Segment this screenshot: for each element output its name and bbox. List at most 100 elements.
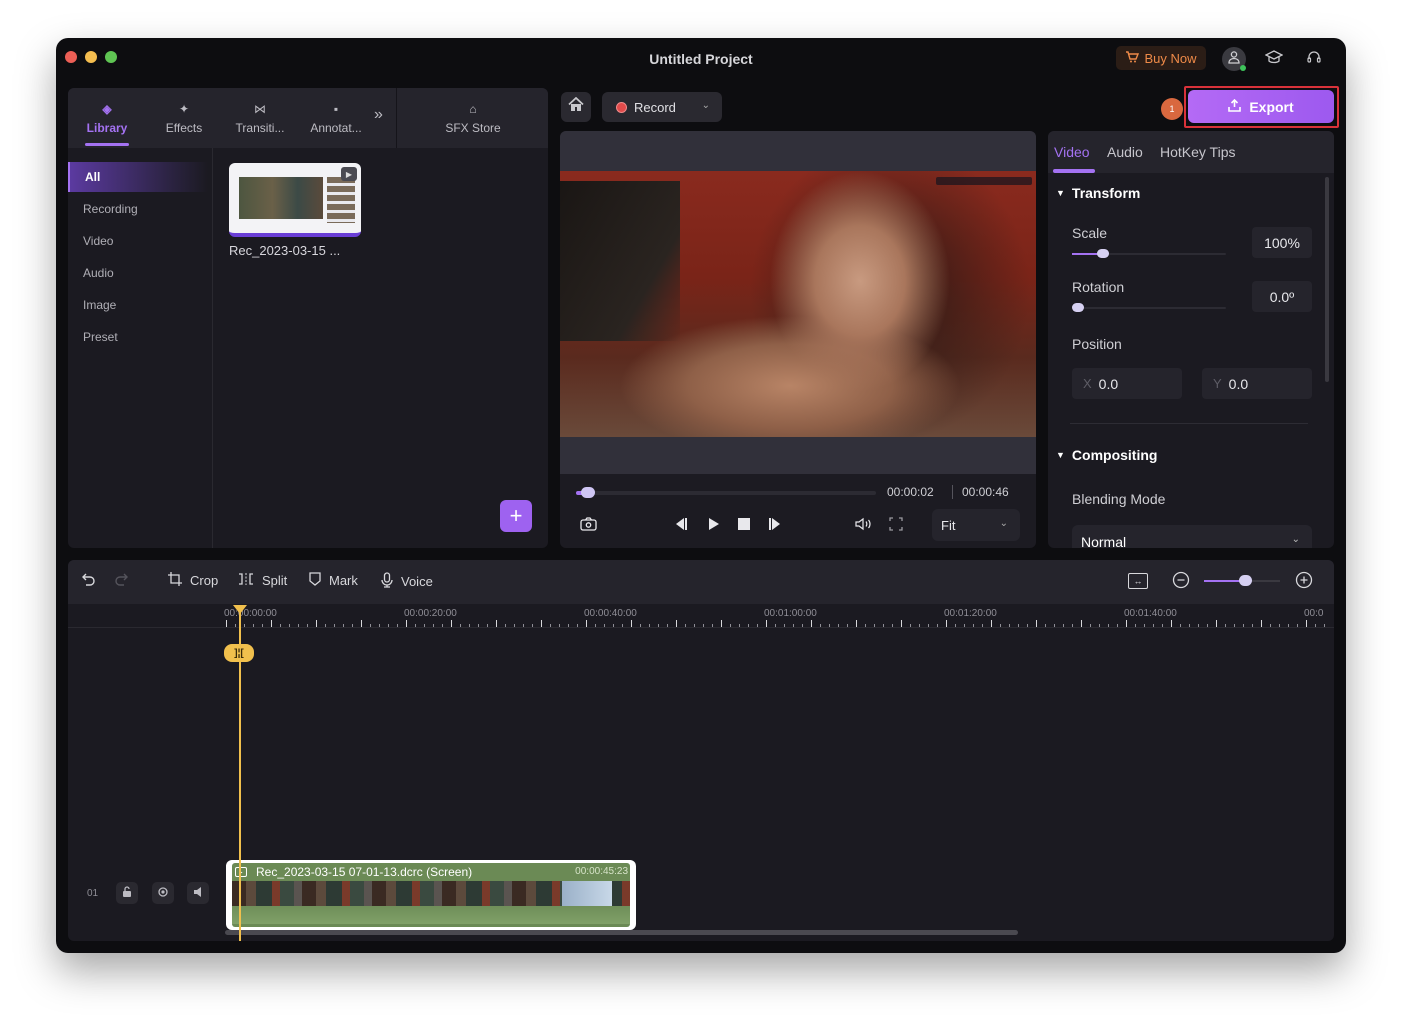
play-button[interactable]: [703, 514, 725, 536]
tab-library[interactable]: ◈ Library: [68, 88, 146, 148]
chevron-down-icon[interactable]: ⌄: [702, 100, 710, 111]
scale-value-input[interactable]: 100%: [1252, 227, 1312, 258]
slider-handle[interactable]: [1239, 575, 1253, 586]
tab-hotkey-tips[interactable]: HotKey Tips: [1160, 144, 1235, 160]
support-button[interactable]: [1302, 47, 1326, 71]
scale-slider[interactable]: [1072, 249, 1226, 258]
track-mute-button[interactable]: [187, 882, 209, 904]
ruler-tick: [937, 624, 938, 627]
ruler-tick: [694, 624, 695, 627]
properties-scrollbar[interactable]: [1325, 177, 1329, 382]
fit-select-value: Fit: [941, 517, 956, 533]
stop-button[interactable]: [733, 514, 755, 536]
total-time: 00:00:46: [962, 485, 1009, 499]
tab-sfx-store[interactable]: ⌂ SFX Store: [398, 88, 548, 148]
rotation-slider[interactable]: [1072, 303, 1226, 312]
redo-button[interactable]: [114, 572, 128, 589]
volume-button[interactable]: [853, 514, 875, 536]
ruler-tick: [1099, 624, 1100, 627]
track-visibility-button[interactable]: [152, 882, 174, 904]
playhead-handle[interactable]: [233, 605, 247, 614]
fit-timeline-button[interactable]: ↔: [1128, 573, 1148, 589]
track-lock-button[interactable]: [116, 882, 138, 904]
ruler-tick: [1207, 624, 1208, 627]
compositing-section-header[interactable]: ▼ Compositing: [1056, 447, 1157, 463]
ruler-tick: [343, 624, 344, 627]
crop-label: Crop: [190, 573, 219, 588]
zoom-fit-select[interactable]: Fit ⌄: [932, 509, 1020, 541]
ruler-tick: [253, 624, 254, 627]
category-audio[interactable]: Audio: [68, 258, 208, 288]
position-x-input[interactable]: X 0.0: [1072, 368, 1182, 399]
slider-handle[interactable]: [1072, 303, 1084, 312]
timeline-ruler[interactable]: 00:00:00:00 00:00:20:00 00:00:40:00 00:0…: [68, 604, 1334, 628]
snapshot-button[interactable]: [577, 514, 599, 536]
ruler-tick: [1036, 620, 1037, 627]
ruler-tick: [442, 624, 443, 627]
category-preset[interactable]: Preset: [68, 322, 208, 352]
video-preview[interactable]: [560, 131, 1036, 474]
cart-icon: [1125, 50, 1140, 66]
home-button[interactable]: [561, 92, 591, 122]
timeline-horizontal-scrollbar[interactable]: [225, 930, 1018, 935]
category-recording[interactable]: Recording: [68, 194, 208, 224]
properties-tabs: Video Audio HotKey Tips: [1048, 131, 1334, 173]
category-video[interactable]: Video: [68, 226, 208, 256]
ruler-tick: [505, 624, 506, 627]
section-title: Transform: [1071, 185, 1141, 201]
slider-handle[interactable]: [1096, 249, 1109, 258]
position-label: Position: [1072, 336, 1122, 352]
ruler-tick: [1252, 624, 1253, 627]
annotation-icon: ▪: [333, 101, 339, 116]
next-frame-button[interactable]: [764, 514, 786, 536]
transform-section-header[interactable]: ▼ Transform: [1056, 185, 1140, 201]
zoom-out-button[interactable]: [1170, 570, 1192, 592]
tab-transitions[interactable]: ⋈ Transiti...: [222, 88, 298, 148]
playback-seek-bar[interactable]: [576, 487, 876, 498]
redo-icon: [114, 572, 128, 589]
fullscreen-button[interactable]: [885, 514, 907, 536]
ruler-tick: [739, 624, 740, 627]
transition-icon: ⋈: [254, 101, 266, 116]
timeline-zoom-slider[interactable]: [1204, 575, 1280, 586]
zoom-in-button[interactable]: [1293, 570, 1315, 592]
play-icon: [708, 517, 720, 534]
ruler-tick: [559, 624, 560, 627]
previous-frame-button[interactable]: [670, 514, 692, 536]
crop-button[interactable]: Crop: [168, 572, 218, 589]
mark-button[interactable]: Mark: [309, 572, 358, 589]
media-item[interactable]: ▶ Rec_2023-03-15 ...: [229, 163, 361, 258]
ruler-label: 00:00:40:00: [584, 608, 637, 619]
add-media-button[interactable]: +: [500, 500, 532, 532]
split-button[interactable]: Split: [238, 572, 287, 588]
playhead-split-button[interactable]: ]¦[: [224, 644, 254, 662]
seek-handle[interactable]: [581, 487, 595, 498]
tab-effects[interactable]: ✦ Effects: [146, 88, 222, 148]
tab-annotations[interactable]: ▪ Annotat...: [298, 88, 374, 148]
tutorials-button[interactable]: [1262, 47, 1286, 71]
position-y-input[interactable]: Y 0.0: [1202, 368, 1312, 399]
split-icon: ]¦[: [234, 647, 244, 659]
tab-video[interactable]: Video: [1054, 144, 1090, 160]
account-button[interactable]: [1222, 47, 1246, 71]
app-window: Untitled Project Buy Now ◈ Library ✦ Eff…: [56, 38, 1346, 953]
category-image[interactable]: Image: [68, 290, 208, 320]
category-all[interactable]: All: [68, 162, 208, 192]
record-button[interactable]: Record ⌄: [602, 92, 722, 122]
ruler-tick: [487, 624, 488, 627]
ruler-tick: [1108, 624, 1109, 627]
export-button[interactable]: Export: [1188, 90, 1334, 123]
rotation-label: Rotation: [1072, 279, 1125, 295]
timeline-clip[interactable]: ▸ Rec_2023-03-15 07-01-13.dcrc (Screen) …: [226, 860, 636, 930]
voice-button[interactable]: Voice: [381, 572, 433, 591]
store-icon: ⌂: [469, 101, 477, 116]
clip-title: Rec_2023-03-15 07-01-13.dcrc (Screen): [256, 865, 473, 879]
rotation-value-input[interactable]: 0.0º: [1252, 281, 1312, 312]
tab-audio[interactable]: Audio: [1107, 144, 1143, 160]
undo-button[interactable]: [82, 572, 96, 589]
ruler-tick: [1243, 624, 1244, 627]
buy-now-button[interactable]: Buy Now: [1116, 46, 1206, 70]
more-tabs-button[interactable]: »: [374, 106, 383, 124]
blending-mode-select[interactable]: Normal ⌄: [1072, 525, 1312, 548]
ruler-tick: [1153, 624, 1154, 627]
